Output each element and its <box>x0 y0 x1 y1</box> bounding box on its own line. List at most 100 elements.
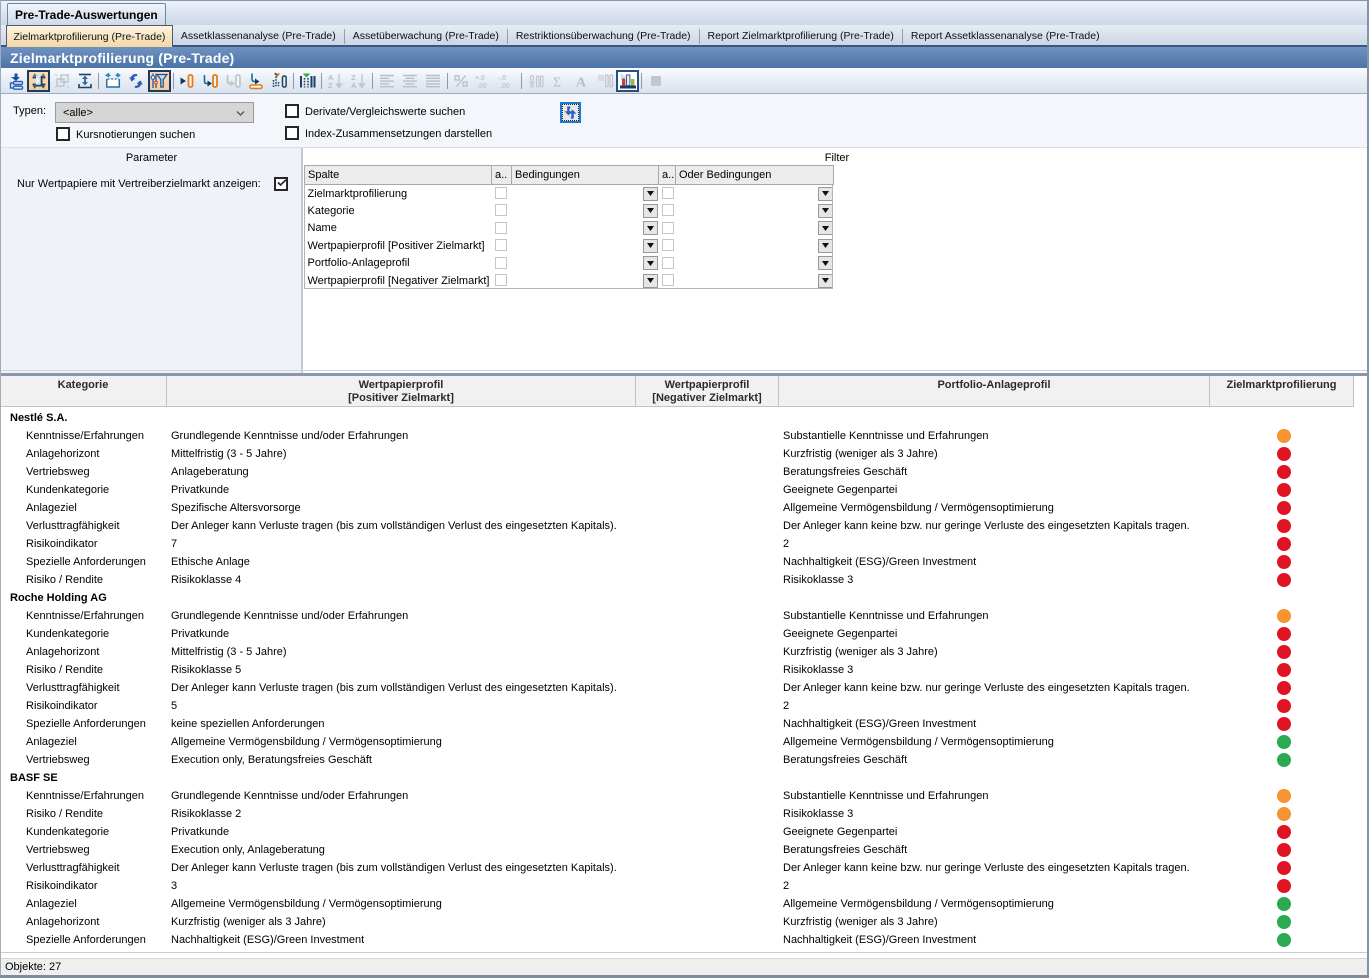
sub-tab-1[interactable]: Zielmarktprofilierung (Pre-Trade) <box>6 25 173 47</box>
table-row[interactable]: Risikoindikator72 <box>0 535 1369 553</box>
dropdown-button[interactable] <box>643 256 658 270</box>
typen-select[interactable]: <alle> <box>55 102 254 123</box>
filter-and-checkbox[interactable] <box>495 204 507 216</box>
filter-oder-cell[interactable] <box>676 220 834 238</box>
filter-and-checkbox[interactable] <box>495 239 507 251</box>
filter-or-checkbox[interactable] <box>662 274 674 286</box>
filter-oder-cell[interactable] <box>676 272 834 290</box>
dropdown-button[interactable] <box>818 274 833 288</box>
table-row[interactable]: AnlagehorizontMittelfristig (3 - 5 Jahre… <box>0 445 1369 463</box>
filter-oder-cell[interactable] <box>676 237 834 255</box>
filter-col-3[interactable]: a.. <box>659 166 676 185</box>
filter-bedingung-cell[interactable] <box>512 255 659 273</box>
table-row[interactable]: VertriebswegExecution only, Beratungsfre… <box>0 751 1369 769</box>
filter-col-2[interactable]: Bedingungen <box>512 166 659 185</box>
filter-oder-cell[interactable] <box>676 255 834 273</box>
toolbar-button-fit-window[interactable] <box>27 70 50 92</box>
table-row[interactable]: KundenkategoriePrivatkundeGeeignete Gege… <box>0 823 1369 841</box>
table-row[interactable]: AnlagezielSpezifische AltersvorsorgeAllg… <box>0 499 1369 517</box>
filter-or-checkbox[interactable] <box>662 239 674 251</box>
dropdown-button[interactable] <box>818 187 833 201</box>
filter-or-checkbox[interactable] <box>662 187 674 199</box>
table-row[interactable]: VerlusttragfähigkeitDer Anleger kann Ver… <box>0 517 1369 535</box>
filter-and-checkbox[interactable] <box>495 274 507 286</box>
filter-and-checkbox[interactable] <box>495 187 507 199</box>
table-row[interactable]: KundenkategoriePrivatkundeGeeignete Gege… <box>0 625 1369 643</box>
toolbar-button-arrow-baseline[interactable] <box>245 70 268 92</box>
table-row[interactable]: AnlagehorizontKurzfristig (weniger als 3… <box>0 913 1369 931</box>
table-row[interactable]: VerlusttragfähigkeitDer Anleger kann Ver… <box>0 859 1369 877</box>
filter-oder-cell[interactable] <box>676 185 834 203</box>
sub-tab-5[interactable]: Report Zielmarktprofilierung (Pre-Trade) <box>700 25 902 47</box>
filter-col-4[interactable]: Oder Bedingungen <box>676 166 834 185</box>
table-column-header-2[interactable]: Wertpapierprofil[Positiver Zielmarkt] <box>167 376 636 406</box>
toolbar-button-hook-arrow-bar[interactable] <box>199 70 222 92</box>
toolbar-button-filter[interactable] <box>148 70 171 92</box>
filter-bedingung-cell[interactable] <box>512 272 659 290</box>
sub-tab-3[interactable]: Assetüberwachung (Pre-Trade) <box>345 25 507 47</box>
toolbar-button-dock-down[interactable] <box>4 70 27 92</box>
sub-tab-2[interactable]: Assetklassenanalyse (Pre-Trade) <box>173 25 344 47</box>
table-group-row[interactable]: Roche Holding AG <box>0 589 1369 607</box>
table-column-header-5[interactable]: Zielmarktprofilierung <box>1210 376 1354 406</box>
tab-pre-trade-auswertungen[interactable]: Pre-Trade-Auswertungen <box>7 3 166 26</box>
dropdown-button[interactable] <box>643 274 658 288</box>
table-row[interactable]: Risiko / RenditeRisikoklasse 2Risikoklas… <box>0 805 1369 823</box>
sub-tab-4[interactable]: Restriktionsüberwachung (Pre-Trade) <box>508 25 699 47</box>
filter-or-checkbox[interactable] <box>662 204 674 216</box>
table-row[interactable]: Risiko / RenditeRisikoklasse 4Risikoklas… <box>0 571 1369 589</box>
table-row[interactable]: Risikoindikator52 <box>0 697 1369 715</box>
table-row[interactable]: Spezielle AnforderungenEthische AnlageNa… <box>0 553 1369 571</box>
table-row[interactable]: Spezielle Anforderungenkeine speziellen … <box>0 715 1369 733</box>
dropdown-button[interactable] <box>818 256 833 270</box>
dropdown-button[interactable] <box>643 187 658 201</box>
index-checkbox[interactable] <box>285 126 299 140</box>
dropdown-button[interactable] <box>818 239 833 253</box>
kursnotierungen-checkbox[interactable] <box>56 127 70 141</box>
dropdown-button[interactable] <box>818 221 833 235</box>
table-row[interactable]: AnlagehorizontMittelfristig (3 - 5 Jahre… <box>0 643 1369 661</box>
table-row[interactable]: KundenkategoriePrivatkundeGeeignete Gege… <box>0 481 1369 499</box>
dropdown-button[interactable] <box>643 239 658 253</box>
table-row[interactable]: Kenntnisse/ErfahrungenGrundlegende Kennt… <box>0 787 1369 805</box>
table-row[interactable]: VertriebswegExecution only, Anlageberatu… <box>0 841 1369 859</box>
search-refresh-button[interactable] <box>560 102 581 123</box>
filter-and-checkbox[interactable] <box>495 257 507 269</box>
filter-col-0[interactable]: Spalte <box>305 166 492 185</box>
only-wertpapiere-checkbox[interactable] <box>274 177 288 191</box>
toolbar-button-bars-green-marker[interactable] <box>296 70 319 92</box>
derivate-checkbox[interactable] <box>285 104 299 118</box>
table-row[interactable]: Risiko / RenditeRisikoklasse 5Risikoklas… <box>0 661 1369 679</box>
table-row[interactable]: VertriebswegAnlageberatungBeratungsfreie… <box>0 463 1369 481</box>
toolbar-button-bars-orange-marker[interactable] <box>268 70 291 92</box>
table-row[interactable]: Spezielle AnforderungenNachhaltigkeit (E… <box>0 931 1369 949</box>
sub-tab-6[interactable]: Report Assetklassenanalyse (Pre-Trade) <box>903 25 1108 47</box>
toolbar-button-chart[interactable] <box>616 70 639 92</box>
table-row[interactable]: Kenntnisse/ErfahrungenGrundlegende Kennt… <box>0 607 1369 625</box>
filter-and-checkbox[interactable] <box>495 222 507 234</box>
filter-oder-cell[interactable] <box>676 202 834 220</box>
table-row[interactable]: Kenntnisse/ErfahrungenGrundlegende Kennt… <box>0 427 1369 445</box>
dropdown-button[interactable] <box>818 204 833 218</box>
table-row[interactable]: AnlagezielAllgemeine Vermögensbildung / … <box>0 895 1369 913</box>
toolbar-button-fit-height[interactable] <box>73 70 96 92</box>
filter-bedingung-cell[interactable] <box>512 220 659 238</box>
table-group-row[interactable]: Nestlé S.A. <box>0 409 1369 427</box>
dropdown-button[interactable] <box>643 221 658 235</box>
filter-col-1[interactable]: a.. <box>492 166 512 185</box>
filter-or-checkbox[interactable] <box>662 257 674 269</box>
toolbar-button-refresh[interactable] <box>124 70 147 92</box>
filter-bedingung-cell[interactable] <box>512 185 659 203</box>
toolbar-button-fit-width[interactable] <box>101 70 124 92</box>
table-column-header-1[interactable]: Kategorie <box>0 376 167 406</box>
table-row[interactable]: Risikoindikator32 <box>0 877 1369 895</box>
table-row[interactable]: VerlusttragfähigkeitDer Anleger kann Ver… <box>0 679 1369 697</box>
filter-bedingung-cell[interactable] <box>512 202 659 220</box>
table-row[interactable]: AnlagezielAllgemeine Vermögensbildung / … <box>0 733 1369 751</box>
table-group-row[interactable]: BASF SE <box>0 769 1369 787</box>
table-column-header-4[interactable]: Portfolio-Anlageprofil <box>779 376 1210 406</box>
filter-bedingung-cell[interactable] <box>512 237 659 255</box>
filter-or-checkbox[interactable] <box>662 222 674 234</box>
toolbar-button-play-to-bar[interactable] <box>176 70 199 92</box>
table-column-header-3[interactable]: Wertpapierprofil[Negativer Zielmarkt] <box>636 376 779 406</box>
